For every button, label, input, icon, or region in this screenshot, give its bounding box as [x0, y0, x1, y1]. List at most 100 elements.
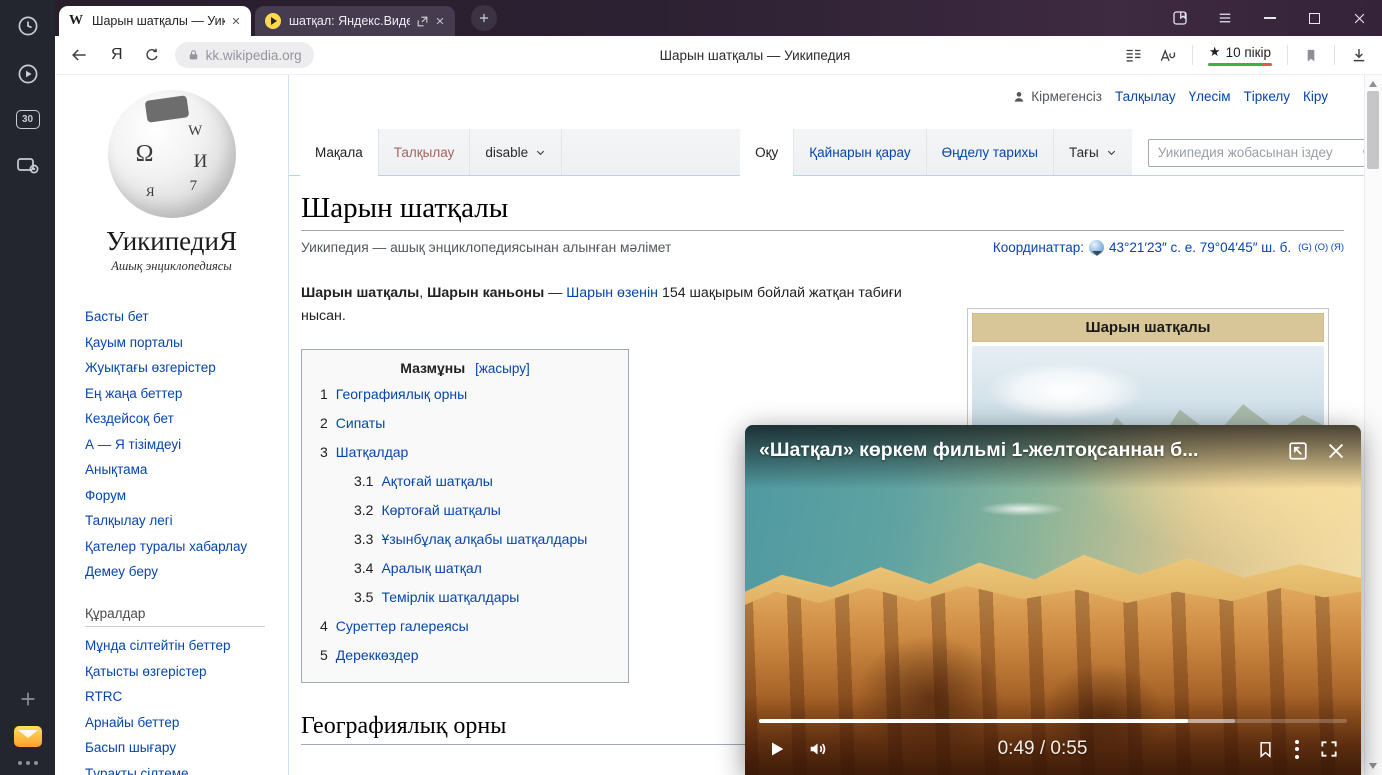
browser-tab-bar: W Шарын шатқалы — Уик шатқал: Яндекс.Вид…: [55, 0, 1382, 36]
tab-popout-icon[interactable]: [416, 15, 429, 28]
wiki-nav-links: Басты бет Қауым порталы Жуықтағы өзгеріс…: [85, 308, 267, 580]
tab-title: Шарын шатқалы — Уик: [92, 14, 225, 28]
back-button[interactable]: [69, 45, 89, 65]
pip-controls: 0:49 / 0:55: [757, 729, 1349, 769]
history-clock-icon[interactable]: [16, 14, 40, 38]
search-input[interactable]: [1148, 139, 1382, 167]
tools-item-related-changes[interactable]: Қатысты өзгерістер: [85, 663, 267, 680]
screenshot-icon[interactable]: [15, 153, 41, 177]
sidebar-item-help[interactable]: Анықтама: [85, 461, 267, 478]
toc-hide-link[interactable]: [жасыру]: [475, 361, 530, 376]
volume-button[interactable]: [797, 738, 839, 760]
sidebar-item-recent-changes[interactable]: Жуықтағы өзгерістер: [85, 359, 267, 376]
sidebar-item-forum[interactable]: Форум: [85, 487, 267, 504]
user-icon: [1012, 90, 1026, 104]
reader-mode-icon[interactable]: [1124, 47, 1143, 64]
coordinates-value[interactable]: 43°21′23″ с. е. 79°04′45″ ш. б.: [1109, 240, 1291, 255]
personal-link-register[interactable]: Тіркелу: [1244, 89, 1291, 104]
scroll-up-arrow[interactable]: [1365, 77, 1381, 91]
reviews-count: 10 пікір: [1226, 45, 1272, 60]
sidebar-item-community-portal[interactable]: Қауым порталы: [85, 334, 267, 351]
toc-item: 3.2Көртоғай шатқалы: [354, 496, 610, 525]
toc-item: 3.4Аралық шатқал: [354, 554, 610, 583]
sidebar-item-donate[interactable]: Демеу беру: [85, 563, 267, 580]
toc-title: Мазмұны: [400, 360, 465, 376]
yandex-button[interactable]: Я: [111, 46, 123, 64]
reload-button[interactable]: [143, 46, 161, 64]
tab-view-source[interactable]: Қайнарын қарау: [793, 129, 925, 176]
wikipedia-logo[interactable]: Ω W И 7 Я: [108, 90, 236, 218]
tab-more-dropdown[interactable]: Тағы: [1053, 129, 1132, 176]
tab-variant-empty[interactable]: [561, 129, 740, 176]
wikipedia-wordmark: УикипедиЯ: [55, 226, 288, 257]
site-reviews-button[interactable]: ★ 10 пікір: [1208, 44, 1272, 66]
page-title: Шарын шатқалы: [301, 192, 1344, 231]
toc-item: 4Суреттер галереясы: [320, 612, 610, 641]
personal-bar: Кірмегенсіз Талқылау Үлесім Тіркелу Кіру: [1012, 89, 1328, 104]
wikipedia-logo-tagline: Ашық энциклопедиясы: [55, 259, 288, 274]
restore-to-tab-icon[interactable]: [1287, 440, 1309, 462]
yandex-mail-icon[interactable]: [14, 726, 42, 747]
personal-link-login[interactable]: Кіру: [1303, 89, 1328, 104]
tab-yandex-video[interactable]: шатқал: Яндекс.Виде: [255, 6, 455, 36]
coordinates-label[interactable]: Координаттар:: [993, 240, 1084, 255]
calendar-icon[interactable]: 30: [16, 110, 40, 129]
address-bar[interactable]: kk.wikipedia.org: [175, 42, 314, 68]
infobox-title: Шарын шатқалы: [972, 313, 1324, 342]
sidebar-item-random-page[interactable]: Кездейсоқ бет: [85, 410, 267, 427]
tab-close-icon[interactable]: [231, 16, 241, 26]
video-title: «Шатқал» көркем фильмі 1-желтоқсаннан б.…: [759, 439, 1271, 462]
more-options-icon[interactable]: [18, 761, 38, 765]
toc-item: 2Сипаты: [320, 409, 610, 438]
tab-wikipedia[interactable]: W Шарын шатқалы — Уик: [59, 6, 251, 36]
tab-title: шатқал: Яндекс.Виде: [289, 14, 410, 28]
sidebar-item-new-pages[interactable]: Ең жаңа беттер: [85, 385, 267, 402]
close-pip-icon[interactable]: [1325, 440, 1347, 462]
downloads-icon[interactable]: [1350, 46, 1368, 64]
toc-item: 3.3Ұзынбұлақ алқабы шатқалдары: [354, 525, 610, 554]
site-subtitle: Уикипедия — ашық энциклопедиясынан алынғ…: [301, 240, 671, 255]
window-controls: [1157, 0, 1382, 36]
tab-read[interactable]: Оқу: [740, 129, 793, 176]
tools-item-rtrc[interactable]: RTRC: [85, 688, 267, 705]
minimize-button[interactable]: [1247, 0, 1292, 36]
scrollbar-thumb[interactable]: [1367, 91, 1379, 169]
tools-item-permanent-link[interactable]: Тұрақты сілтеме: [85, 765, 267, 775]
fullscreen-button[interactable]: [1309, 739, 1349, 759]
sidebar-item-main-page[interactable]: Басты бет: [85, 308, 267, 325]
tab-close-icon[interactable]: [435, 16, 445, 26]
maximize-button[interactable]: [1292, 0, 1337, 36]
bookmark-flag-icon[interactable]: [1303, 47, 1319, 64]
sidebar-item-az-index[interactable]: А — Я тізімдеуі: [85, 436, 267, 453]
personal-link-contributions[interactable]: Үлесім: [1189, 89, 1231, 104]
menu-icon[interactable]: [1202, 0, 1247, 36]
chevron-down-icon: [535, 147, 546, 158]
close-window-button[interactable]: [1337, 0, 1382, 36]
translate-icon[interactable]: [1158, 47, 1177, 64]
scroll-down-arrow[interactable]: [1365, 759, 1381, 773]
charyn-river-link[interactable]: Шарын өзенін: [566, 285, 658, 301]
more-options-button[interactable]: [1285, 740, 1309, 759]
play-button[interactable]: [757, 739, 797, 759]
nav-right-cluster: ★ 10 пікір: [1124, 44, 1368, 66]
new-tab-button[interactable]: [471, 5, 497, 31]
tab-talk[interactable]: Талқылау: [378, 129, 470, 176]
add-panel-icon[interactable]: [17, 688, 39, 710]
page-scrollbar[interactable]: [1364, 75, 1382, 775]
video-progress-bar[interactable]: [759, 719, 1347, 723]
sidebar-item-report-errors[interactable]: Қателер туралы хабарлау: [85, 538, 267, 555]
coordinates-services[interactable]: (G) (O) (Я): [1298, 242, 1344, 253]
tab-disable-dropdown[interactable]: disable: [469, 129, 561, 176]
bookmark-button[interactable]: [1246, 740, 1285, 759]
tab-history[interactable]: Өңделу тарихы: [926, 129, 1053, 176]
toc-item: 3.1Ақтоғай шатқалы: [354, 467, 610, 496]
tools-item-what-links-here[interactable]: Мұнда сілтейтін беттер: [85, 637, 267, 654]
tools-item-print[interactable]: Басып шығару: [85, 739, 267, 756]
tab-article[interactable]: Мақала: [300, 129, 378, 176]
video-play-icon[interactable]: [16, 62, 40, 86]
sidebar-item-discussion-feed[interactable]: Талқылау легі: [85, 512, 267, 529]
tools-item-special-pages[interactable]: Арнайы беттер: [85, 714, 267, 731]
tab-panel-icon[interactable]: [1157, 0, 1202, 36]
globe-icon[interactable]: [1089, 240, 1104, 255]
personal-link-talk[interactable]: Талқылау: [1115, 89, 1176, 104]
